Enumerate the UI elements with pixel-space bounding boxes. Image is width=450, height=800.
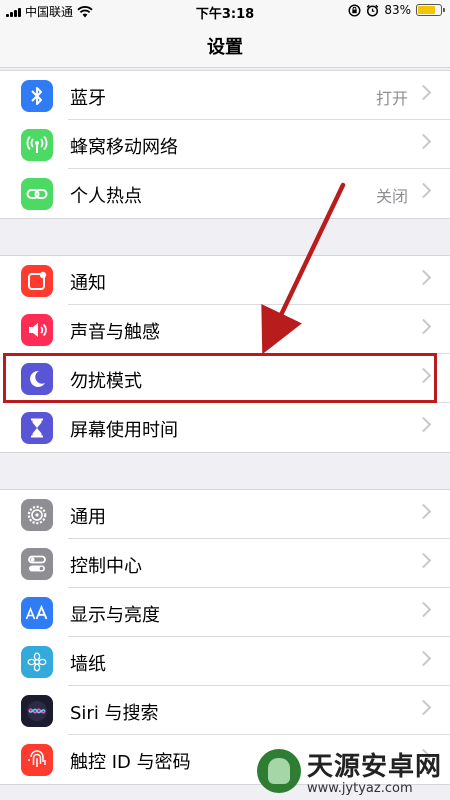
notifications-icon (21, 265, 53, 297)
chevron-right-icon (415, 503, 432, 520)
settings-row-value: 打开 (375, 89, 408, 108)
control-center-icon (21, 548, 53, 580)
settings-row-general[interactable]: 通用 (0, 490, 450, 539)
settings-row-label: 通用 (70, 507, 106, 528)
chevron-right-icon (415, 552, 432, 569)
navigation-bar: 设置 (0, 22, 450, 68)
hotspot-icon (21, 178, 53, 210)
chevron-right-icon (415, 318, 432, 335)
chevron-right-icon (415, 84, 432, 101)
settings-row-label: 通知 (70, 273, 106, 294)
siri-icon (21, 695, 53, 727)
chevron-right-icon (415, 699, 432, 716)
settings-group-general: 通用 控制中心 显示与亮度 墙纸 Siri 与搜索 触控 ID 与密码 (0, 489, 450, 785)
settings-row-cellular[interactable]: 蜂窝移动网络 (0, 120, 450, 169)
fingerprint-icon (21, 744, 53, 776)
chevron-right-icon (415, 182, 432, 199)
settings-row-screen-time[interactable]: 屏幕使用时间 (0, 403, 450, 452)
bluetooth-icon (21, 80, 53, 112)
settings-row-siri[interactable]: Siri 与搜索 (0, 686, 450, 735)
settings-row-label: 显示与亮度 (70, 605, 160, 626)
settings-row-wallpaper[interactable]: 墙纸 (0, 637, 450, 686)
settings-group-connectivity: 蓝牙 打开 蜂窝移动网络 个人热点 关闭 (0, 70, 450, 219)
settings-row-bluetooth[interactable]: 蓝牙 打开 (0, 71, 450, 120)
display-icon (21, 597, 53, 629)
chevron-right-icon (415, 601, 432, 618)
settings-row-value: 关闭 (375, 187, 408, 206)
settings-row-label: Siri 与搜索 (70, 703, 159, 724)
alarm-icon (367, 4, 379, 17)
chevron-right-icon (415, 133, 432, 150)
settings-row-label: 个人热点 (70, 186, 142, 207)
highlight-box (3, 353, 437, 403)
battery-fill (418, 6, 435, 14)
settings-row-label: 墙纸 (70, 654, 106, 675)
wallpaper-icon (21, 646, 53, 678)
chevron-right-icon (415, 269, 432, 286)
watermark-url: www.jytyaz.com (306, 781, 413, 796)
settings-row-display[interactable]: 显示与亮度 (0, 588, 450, 637)
settings-row-label: 触控 ID 与密码 (70, 752, 191, 773)
rotation-lock-icon (348, 3, 361, 17)
settings-row-hotspot[interactable]: 个人热点 关闭 (0, 169, 450, 218)
chevron-right-icon (415, 416, 432, 433)
settings-row-label: 蓝牙 (70, 88, 106, 109)
settings-row-sounds[interactable]: 声音与触感 (0, 305, 450, 354)
sounds-icon (21, 314, 53, 346)
settings-row-label: 控制中心 (70, 556, 142, 577)
chevron-right-icon (415, 650, 432, 667)
cellular-icon (21, 129, 53, 161)
watermark: 天源安卓网 www.jytyaz.com (256, 746, 442, 796)
status-bar: 中国联通 下午3:18 83% (0, 0, 450, 22)
settings-row-label: 蜂窝移动网络 (70, 137, 178, 158)
settings-row-label: 屏幕使用时间 (70, 420, 178, 441)
hourglass-icon (21, 412, 53, 444)
settings-row-label: 声音与触感 (70, 322, 160, 343)
settings-row-control-center[interactable]: 控制中心 (0, 539, 450, 588)
page-title: 设置 (207, 37, 243, 58)
gear-icon (21, 499, 53, 531)
android-logo-icon (256, 749, 301, 793)
watermark-title: 天源安卓网 (306, 752, 442, 782)
battery-percent: 83% (384, 3, 411, 17)
settings-row-notifications[interactable]: 通知 (0, 256, 450, 305)
battery-icon (416, 4, 445, 16)
status-right: 83% (348, 3, 445, 17)
